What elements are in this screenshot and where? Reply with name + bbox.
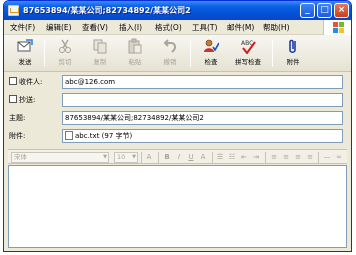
- chevron-down-icon: ▼: [132, 154, 136, 160]
- font-size-value: 10: [117, 153, 126, 161]
- link-icon[interactable]: ∞: [334, 152, 344, 163]
- menu-insert[interactable]: 插入(I): [119, 22, 142, 33]
- copy-label: 复制: [93, 58, 107, 66]
- copy-button[interactable]: 复制: [85, 38, 115, 70]
- window-title: 87653894/某某公司;82734892/某某公司2: [23, 6, 191, 15]
- align-left-icon[interactable]: ≡: [269, 152, 279, 163]
- underline-button[interactable]: U: [186, 152, 196, 163]
- windows-logo-icon: [323, 20, 351, 35]
- send-label: 发送: [18, 58, 32, 66]
- text-color-icon[interactable]: A: [198, 152, 208, 163]
- spellcheck-label: 拼写检查: [235, 58, 261, 66]
- toolbar-separator: [44, 40, 45, 67]
- attachment-label: 附件:: [9, 132, 26, 140]
- cc-row: 抄送:: [4, 93, 351, 108]
- subject-field[interactable]: 87653894/某某公司;82734892/某某公司2: [62, 111, 343, 125]
- minimize-button[interactable]: _: [300, 3, 315, 18]
- to-label[interactable]: 收件人:: [9, 77, 42, 87]
- spellcheck-icon: ABC: [241, 40, 256, 54]
- menu-mail[interactable]: 邮件(M): [227, 22, 254, 33]
- undo-icon: [163, 39, 176, 53]
- subject-row: 主题: 87653894/某某公司;82734892/某某公司2: [4, 111, 351, 126]
- format-separator: [158, 152, 159, 163]
- attachment-field[interactable]: abc.txt (97 字节): [62, 129, 343, 143]
- address-book-icon: [9, 77, 17, 85]
- cut-label: 剪切: [58, 58, 72, 66]
- copy-icon: [93, 39, 107, 54]
- subject-label: 主题:: [9, 114, 26, 122]
- menu-bar: 文件(F) 编辑(E) 查看(V) 插入(I) 格式(O) 工具(T) 邮件(M…: [4, 20, 351, 35]
- increase-indent-icon[interactable]: ⇥: [251, 152, 261, 163]
- paste-label: 粘贴: [128, 58, 142, 66]
- cc-label[interactable]: 抄送:: [9, 95, 35, 105]
- message-body[interactable]: [8, 165, 347, 248]
- toolbar: 发送 剪切 复制 粘贴 撤销 检查 ABC 拼写检查 附件: [4, 35, 351, 72]
- font-value: 宋体: [14, 153, 27, 161]
- cc-field[interactable]: [62, 93, 343, 107]
- font-size-select[interactable]: 10 ▼: [114, 152, 138, 163]
- justify-icon[interactable]: ≡: [305, 152, 315, 163]
- maximize-button[interactable]: □: [317, 3, 332, 18]
- to-label-text: 收件人:: [19, 78, 43, 86]
- bold-button[interactable]: B: [162, 152, 172, 163]
- paste-icon: [128, 38, 142, 54]
- bulleted-list-icon[interactable]: ☷: [227, 152, 237, 163]
- title-bar[interactable]: 87653894/某某公司;82734892/某某公司2 _ □ ×: [4, 1, 351, 20]
- format-separator: [265, 152, 266, 163]
- send-button[interactable]: 发送: [10, 38, 40, 70]
- compose-window: 87653894/某某公司;82734892/某某公司2 _ □ × 文件(F)…: [3, 0, 352, 252]
- format-separator: [212, 152, 213, 163]
- menu-view[interactable]: 查看(V): [82, 22, 108, 33]
- spellcheck-button[interactable]: ABC 拼写检查: [230, 38, 266, 70]
- align-right-icon[interactable]: ≡: [293, 152, 303, 163]
- mail-app-icon: [8, 5, 19, 16]
- font-color-icon[interactable]: A: [144, 152, 154, 163]
- horizontal-line-icon[interactable]: —: [322, 152, 332, 163]
- italic-button[interactable]: I: [174, 152, 184, 163]
- to-field[interactable]: abc@126.com: [62, 75, 343, 89]
- toolbar-separator: [272, 40, 273, 67]
- chevron-down-icon: ▼: [103, 154, 107, 160]
- check-label: 检查: [204, 58, 218, 66]
- send-icon: [17, 39, 33, 52]
- scissors-icon: [59, 39, 71, 53]
- menu-tools[interactable]: 工具(T): [192, 22, 217, 33]
- undo-button[interactable]: 撤销: [155, 38, 185, 70]
- numbered-list-icon[interactable]: ☰: [215, 152, 225, 163]
- check-names-button[interactable]: 检查: [196, 38, 226, 70]
- menu-file[interactable]: 文件(F): [10, 22, 35, 33]
- undo-label: 撤销: [163, 58, 177, 66]
- font-select[interactable]: 宋体 ▼: [11, 152, 109, 163]
- format-separator: [141, 152, 142, 163]
- to-row: 收件人: abc@126.com: [4, 75, 351, 90]
- formatting-toolbar: 宋体 ▼ 10 ▼ A B I U A ☰ ☷ ⇤ ⇥ ≡ ≡ ≡ ≡ — ∞: [8, 149, 347, 164]
- cut-button[interactable]: 剪切: [50, 38, 80, 70]
- menu-edit[interactable]: 编辑(E): [46, 22, 72, 33]
- attach-label: 附件: [286, 58, 300, 66]
- cc-label-text: 抄送:: [19, 96, 36, 104]
- address-book-icon: [9, 95, 17, 103]
- paperclip-icon: [289, 39, 296, 54]
- toolbar-separator: [190, 40, 191, 67]
- align-center-icon[interactable]: ≡: [281, 152, 291, 163]
- decrease-indent-icon[interactable]: ⇤: [239, 152, 249, 163]
- format-separator: [318, 152, 319, 163]
- menu-help[interactable]: 帮助(H): [263, 22, 290, 33]
- attachment-row: 附件: abc.txt (97 字节): [4, 129, 351, 144]
- address-book-check-icon: [204, 39, 219, 52]
- message-headers: 收件人: abc@126.com 抄送: 主题: 87653894/某某公司;8…: [4, 73, 351, 147]
- attach-button[interactable]: 附件: [278, 38, 308, 70]
- close-button[interactable]: ×: [334, 3, 349, 18]
- attachment-name[interactable]: abc.txt (97 字节): [75, 132, 132, 140]
- menu-format[interactable]: 格式(O): [155, 22, 182, 33]
- paste-button[interactable]: 粘贴: [120, 38, 150, 70]
- text-file-icon: [65, 131, 73, 140]
